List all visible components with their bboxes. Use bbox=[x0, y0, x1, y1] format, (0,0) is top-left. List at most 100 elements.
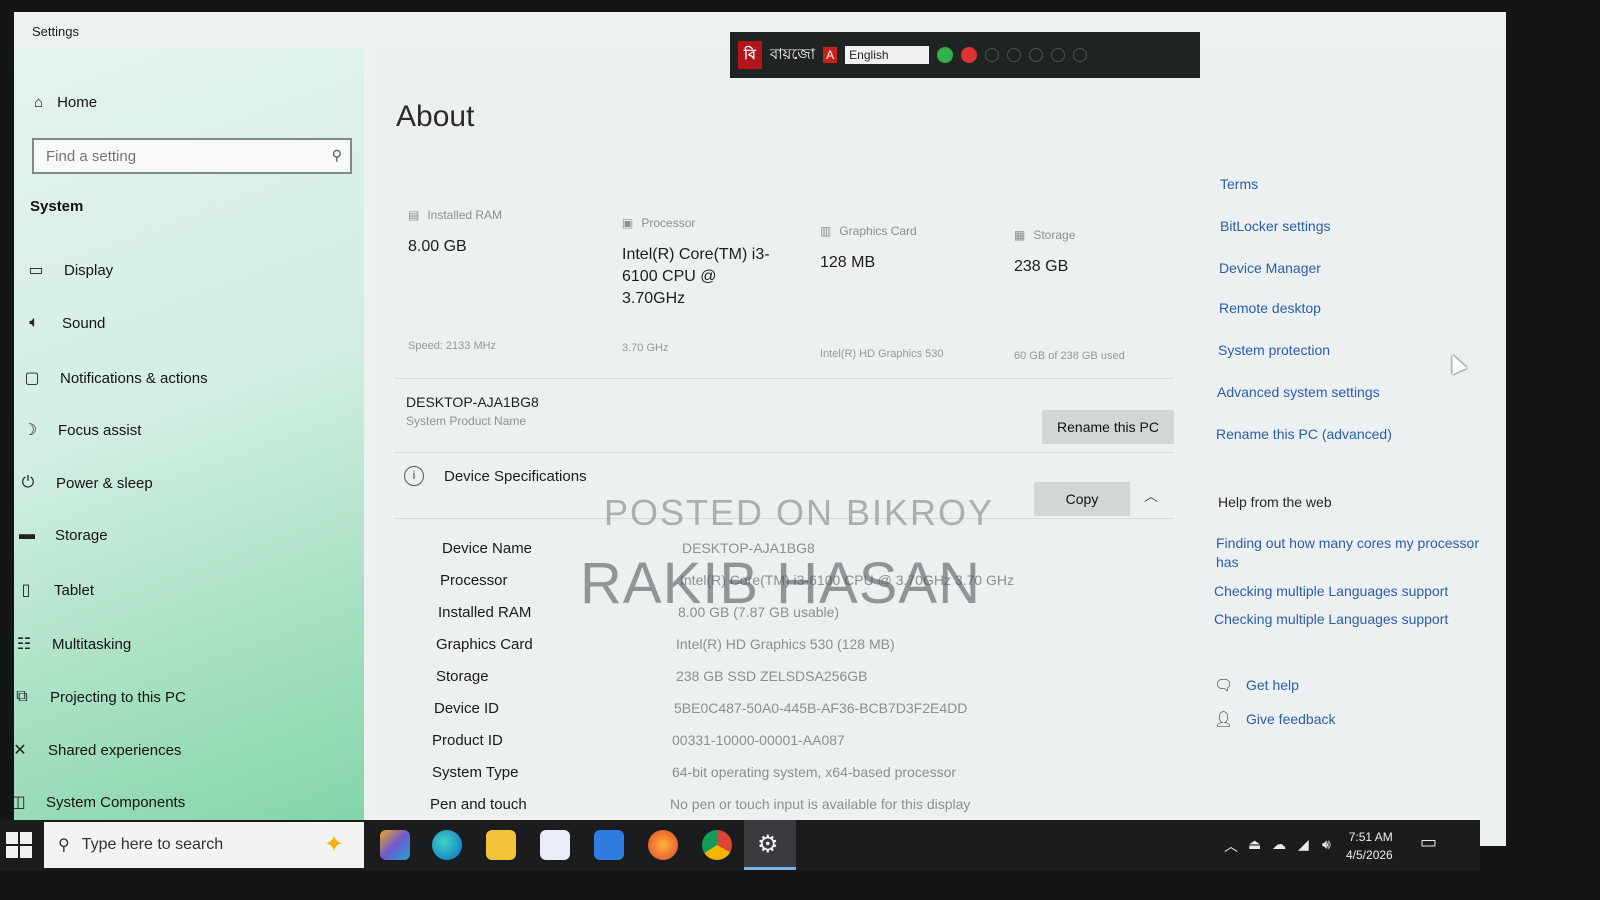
green-status-icon[interactable] bbox=[936, 47, 953, 63]
bijoy-name: বায়জো bbox=[769, 45, 816, 63]
sidebar-item-multitasking[interactable]: ☷ Multitasking bbox=[14, 634, 131, 654]
network-icon[interactable]: ◢ bbox=[1298, 836, 1309, 853]
spec-value: 64-bit operating system, x64-based proce… bbox=[672, 764, 957, 780]
help-link-languages[interactable]: Checking multiple Languages support bbox=[1214, 610, 1484, 629]
toolbar-icon[interactable] bbox=[1006, 48, 1021, 62]
chrome-icon[interactable] bbox=[702, 830, 732, 860]
home-link[interactable]: ⌂ Home bbox=[34, 94, 97, 111]
spec-row: Graphics Card Intel(R) HD Graphics 530 (… bbox=[436, 636, 1176, 664]
focus-assist-icon: ☽ bbox=[22, 422, 38, 439]
help-link-cores[interactable]: Finding out how many cores my processor … bbox=[1216, 534, 1486, 572]
stat-label: Installed RAM bbox=[427, 208, 503, 222]
rename-pc-advanced-link[interactable]: Rename this PC (advanced) bbox=[1216, 426, 1392, 442]
usb-icon[interactable]: ⏏ bbox=[1248, 836, 1261, 853]
bitlocker-settings-link[interactable]: BitLocker settings bbox=[1220, 218, 1331, 234]
give-feedback-link[interactable]: 👤︎ Give feedback bbox=[1214, 710, 1336, 728]
sidebar-item-display[interactable]: ▭ Display bbox=[26, 260, 113, 280]
sidebar-item-storage[interactable]: ▬ Storage bbox=[17, 526, 108, 544]
display-icon: ▭ bbox=[28, 262, 44, 279]
file-explorer-icon[interactable] bbox=[486, 830, 516, 860]
help-link-languages[interactable]: Checking multiple Languages support bbox=[1214, 582, 1484, 601]
sidebar-item-label: Display bbox=[64, 261, 114, 279]
spec-row: System Type 64-bit operating system, x64… bbox=[432, 764, 1172, 792]
spec-row: Product ID 00331-10000-00001-AA087 bbox=[432, 732, 1172, 760]
notification-center-icon[interactable]: ▭ bbox=[1420, 832, 1437, 853]
spec-value: Intel(R) HD Graphics 530 (128 MB) bbox=[676, 636, 895, 652]
section-title: Device Specifications bbox=[444, 467, 587, 485]
keyboard-icon[interactable]: A bbox=[823, 47, 838, 63]
sidebar-item-focus-assist[interactable]: ☽ Focus assist bbox=[20, 420, 142, 440]
copilot-icon[interactable] bbox=[380, 830, 410, 860]
spec-key: System Type bbox=[432, 764, 519, 781]
toolbar-icon[interactable] bbox=[1050, 48, 1065, 62]
bijoy-logo[interactable]: বি bbox=[738, 41, 762, 69]
ram-icon: ▤ bbox=[408, 208, 420, 222]
firefox-icon[interactable] bbox=[648, 830, 678, 860]
start-button[interactable] bbox=[6, 832, 32, 858]
gear-icon: ⚙ bbox=[757, 831, 779, 858]
remote-desktop-link[interactable]: Remote desktop bbox=[1219, 300, 1321, 316]
stat-processor: ▣ Processor Intel(R) Core(TM) i3-6100 CPU… bbox=[622, 216, 812, 354]
search-input[interactable] bbox=[34, 140, 350, 172]
pc-name: DESKTOP-AJA1BG8 bbox=[406, 394, 539, 410]
spec-key: Device ID bbox=[434, 700, 500, 717]
device-manager-link[interactable]: Device Manager bbox=[1219, 260, 1321, 276]
stat-storage: ▦ Storage 238 GB 60 GB of 238 GB used bbox=[1014, 228, 1204, 362]
sidebar-item-label: Storage bbox=[55, 526, 108, 544]
clock[interactable]: 7:51 AM 4/5/2026 bbox=[1346, 828, 1393, 864]
tablet-icon: ▯ bbox=[21, 582, 31, 599]
search-icon: ⚲ bbox=[58, 837, 70, 854]
store-icon[interactable] bbox=[540, 830, 570, 860]
sidebar-item-label: Power & sleep bbox=[56, 474, 153, 492]
stat-label: Storage bbox=[1033, 228, 1076, 242]
chevron-up-icon[interactable]: ︿ bbox=[1144, 486, 1158, 506]
system-protection-link[interactable]: System protection bbox=[1218, 342, 1330, 358]
sidebar-item-projecting[interactable]: ⧉ Projecting to this PC bbox=[14, 688, 186, 706]
language-select[interactable]: English bbox=[845, 46, 929, 64]
clock-date: 4/5/2026 bbox=[1346, 848, 1393, 862]
processor-icon: ▣ bbox=[622, 216, 634, 230]
watermark-line-2: RAKIB HASAN bbox=[580, 551, 981, 616]
sidebar-item-label: Multitasking bbox=[52, 635, 132, 653]
edge-icon[interactable] bbox=[432, 830, 462, 860]
advanced-system-settings-link[interactable]: Advanced system settings bbox=[1217, 384, 1380, 400]
stat-value: 8.00 GB bbox=[408, 238, 467, 255]
power-icon: ⏻ bbox=[21, 474, 35, 491]
volume-icon[interactable]: 🔊︎ bbox=[1322, 836, 1331, 853]
search-icon[interactable]: ⚲ bbox=[332, 147, 342, 164]
taskbar-search[interactable]: ⚲ Type here to search ✦ bbox=[44, 822, 364, 868]
sidebar-item-sound[interactable]: 🔈︎ Sound bbox=[24, 314, 105, 332]
rename-pc-button[interactable]: Rename this PC bbox=[1042, 410, 1174, 444]
shared-icon: ✕ bbox=[14, 742, 27, 759]
mail-icon[interactable] bbox=[594, 830, 624, 860]
terms-link[interactable]: Terms bbox=[1220, 176, 1258, 192]
projecting-icon: ⧉ bbox=[16, 688, 28, 705]
spec-row: Storage 238 GB SSD ZELSDSA256GB bbox=[436, 668, 1176, 696]
sidebar-item-label: Sound bbox=[62, 314, 106, 332]
sidebar-item-notifications[interactable]: ▢ Notifications & actions bbox=[22, 368, 207, 388]
stat-value: 128 MB bbox=[820, 254, 876, 271]
get-help-link[interactable]: 🗨︎ Get help bbox=[1214, 676, 1299, 694]
settings-taskbar-button[interactable]: ⚙ bbox=[744, 820, 796, 870]
sidebar-item-power-sleep[interactable]: ⏻ Power & sleep bbox=[18, 474, 153, 492]
sidebar-item-shared-experiences[interactable]: ✕ Shared experiences bbox=[14, 740, 181, 760]
red-status-icon[interactable] bbox=[960, 47, 977, 63]
toolbar-icon[interactable] bbox=[984, 48, 999, 62]
sidebar-item-system-components[interactable]: ◫ System Components bbox=[14, 792, 185, 812]
chevron-up-icon[interactable]: ︿ bbox=[1224, 836, 1238, 856]
toolbar-icon[interactable] bbox=[1072, 48, 1087, 62]
device-specifications-header[interactable]: i Device Specifications bbox=[404, 466, 587, 486]
sidebar-item-label: Projecting to this PC bbox=[50, 688, 186, 706]
spec-value: No pen or touch input is available for t… bbox=[670, 796, 971, 812]
spec-row: Device ID 5BE0C487-50A0-445B-AF36-BCB7D3… bbox=[434, 700, 1174, 728]
spec-value: 5BE0C487-50A0-445B-AF36-BCB7D3F2E4DD bbox=[674, 700, 968, 716]
taskbar: ⚲ Type here to search ✦ ⚙ ︿ ⏏ ☁ ◢ 🔊︎ 7:5… bbox=[0, 820, 1480, 870]
copy-button[interactable]: Copy bbox=[1034, 482, 1130, 516]
toolbar-icon[interactable] bbox=[1028, 48, 1043, 62]
sidebar-item-label: Shared experiences bbox=[48, 741, 182, 759]
sidebar-item-tablet[interactable]: ▯ Tablet bbox=[16, 580, 94, 600]
info-icon: i bbox=[404, 466, 424, 486]
spec-key: Storage bbox=[436, 668, 489, 685]
spec-key: Processor bbox=[440, 572, 508, 589]
onedrive-icon[interactable]: ☁ bbox=[1272, 836, 1286, 853]
